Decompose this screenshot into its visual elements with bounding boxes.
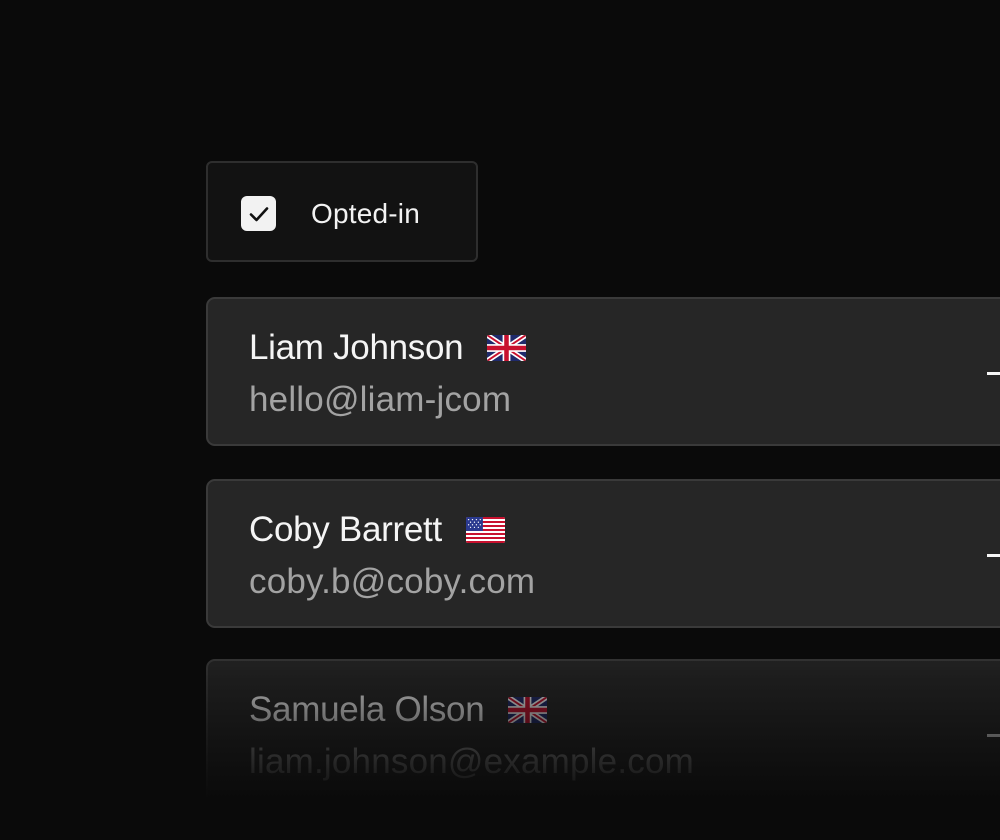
contact-list-view: Opted-in Liam Johnson hello@liam-jcom Co… [0, 0, 1000, 840]
uk-flag-icon [487, 335, 527, 361]
contact-name: Coby Barrett [249, 510, 442, 549]
contact-card[interactable]: Coby Barrett coby.b@coby.com [206, 479, 1000, 628]
row-action-indicator[interactable] [987, 554, 1000, 557]
contact-card[interactable]: Samuela Olson liam.johnson@example.com [206, 659, 1000, 808]
uk-flag-icon [508, 697, 548, 723]
contact-card[interactable]: Liam Johnson hello@liam-jcom [206, 297, 1000, 446]
checkmark-icon [249, 206, 268, 221]
contact-email: liam.johnson@example.com [249, 742, 694, 781]
contact-name: Samuela Olson [249, 690, 485, 729]
opted-in-label: Opted-in [311, 198, 420, 229]
us-flag-icon [465, 517, 505, 543]
contact-email: coby.b@coby.com [249, 562, 536, 601]
opted-in-filter[interactable]: Opted-in [206, 161, 478, 262]
opted-in-checkbox[interactable] [241, 196, 276, 231]
contact-name: Liam Johnson [249, 328, 464, 367]
contact-email: hello@liam-jcom [249, 380, 512, 419]
row-action-indicator[interactable] [987, 372, 1000, 375]
row-action-indicator[interactable] [987, 734, 1000, 737]
